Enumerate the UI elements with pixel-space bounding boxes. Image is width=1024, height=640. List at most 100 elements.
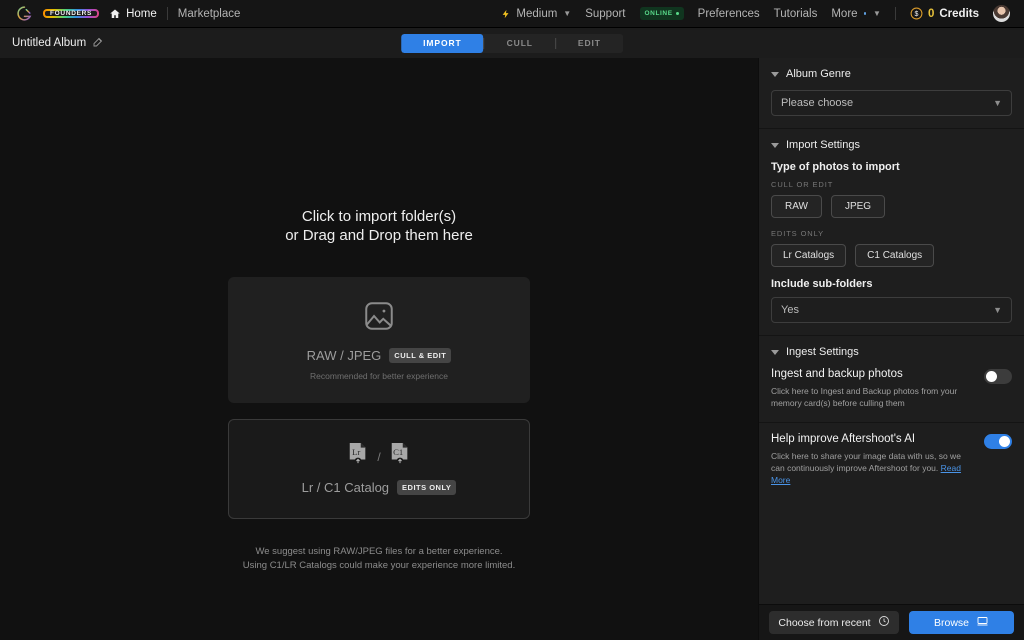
settings-panel: Album Genre Please choose ▼ Import Setti…: [758, 58, 1024, 640]
edits-only-label: EDITS ONLY: [771, 229, 1012, 238]
monitor-icon: [976, 615, 989, 630]
status-badge-online: ONLINE: [640, 7, 684, 20]
ingest-backup-texts: Ingest and backup photos Click here to I…: [771, 368, 974, 410]
section-album-genre: Album Genre Please choose ▼: [759, 58, 1024, 129]
page-title: Untitled Album: [12, 37, 86, 49]
main-body: Click to import folder(s) or Drag and Dr…: [0, 58, 1024, 640]
section-import-settings: Import Settings Type of photos to import…: [759, 129, 1024, 336]
top-navigation-bar: FOUNDERS Home Marketplace Medium: [0, 0, 1024, 28]
pencil-edit-icon[interactable]: [92, 36, 104, 51]
chevron-down-icon: ▼: [993, 98, 1002, 108]
raw-card-badge: CULL & EDIT: [389, 348, 451, 363]
import-footnote: We suggest using RAW/JPEG files for a be…: [243, 545, 515, 574]
album-toolbar: Untitled Album IMPORT CULL EDIT: [0, 28, 1024, 58]
nav-support-label: Support: [585, 8, 625, 20]
toggle-knob: [999, 436, 1010, 447]
drop-zone-heading: Click to import folder(s) or Drag and Dr…: [285, 208, 473, 246]
tab-import[interactable]: IMPORT: [401, 34, 483, 53]
nav-item-more[interactable]: More ▼: [831, 8, 881, 20]
tab-cull[interactable]: CULL: [485, 34, 555, 53]
nav-item-speed-selector[interactable]: Medium ▼: [501, 8, 571, 20]
catalog-icons-row: Lr / C1: [347, 442, 410, 471]
nav-item-marketplace[interactable]: Marketplace: [178, 8, 241, 20]
chevron-down-icon: ▼: [873, 9, 881, 18]
founders-badge[interactable]: FOUNDERS: [43, 9, 99, 18]
nav-divider-2: [895, 7, 896, 20]
album-genre-select[interactable]: Please choose ▼: [771, 90, 1012, 116]
nav-item-home[interactable]: Home: [109, 8, 157, 20]
dollar-coin-icon: $: [910, 7, 923, 20]
caret-down-icon: [771, 72, 779, 77]
improve-ai-desc-text: Click here to share your image data with…: [771, 451, 961, 473]
catalog-separator: /: [377, 450, 380, 464]
capture-one-catalog-upload-icon: C1: [389, 442, 411, 471]
catalog-card-title-row: Lr / C1 Catalog EDITS ONLY: [302, 480, 457, 495]
nav-preferences-label: Preferences: [698, 8, 760, 20]
include-subfolders-select[interactable]: Yes ▼: [771, 297, 1012, 323]
credits-indicator[interactable]: $ 0 Credits: [910, 7, 979, 20]
ingest-backup-row: Ingest and backup photos Click here to I…: [771, 368, 1012, 410]
album-title-group: Untitled Album: [12, 36, 104, 51]
improve-ai-texts: Help improve Aftershoot's AI Click here …: [771, 433, 974, 487]
album-genre-header[interactable]: Album Genre: [771, 68, 1012, 80]
image-placeholder-icon: [362, 299, 396, 338]
edits-only-chip-group: Lr Catalogs C1 Catalogs: [771, 244, 1012, 267]
panel-footer: Choose from recent Browse: [759, 604, 1024, 640]
nav-item-support[interactable]: Support: [585, 8, 625, 20]
ingest-backup-toggle[interactable]: [984, 369, 1012, 384]
import-settings-header[interactable]: Import Settings: [771, 139, 1012, 151]
mode-tabs: IMPORT CULL EDIT: [401, 34, 623, 53]
improve-ai-row: Help improve Aftershoot's AI Click here …: [771, 433, 1012, 487]
browse-button[interactable]: Browse: [909, 611, 1014, 634]
raw-card-title: RAW / JPEG: [307, 348, 382, 363]
caret-down-icon: [771, 143, 779, 148]
aftershoot-logo-icon[interactable]: [16, 5, 33, 22]
lightroom-catalog-upload-icon: Lr: [347, 442, 369, 471]
ingest-settings-header[interactable]: Ingest Settings: [771, 346, 1012, 358]
ingest-backup-description: Click here to Ingest and Backup photos f…: [771, 385, 974, 410]
avatar[interactable]: [993, 5, 1010, 22]
cull-or-edit-chip-group: RAW JPEG: [771, 195, 1012, 218]
nav-item-tutorials[interactable]: Tutorials: [774, 8, 818, 20]
aftershoot-import-window: FOUNDERS Home Marketplace Medium: [0, 0, 1024, 640]
svg-text:Lr: Lr: [352, 447, 360, 457]
raw-card-subtitle: Recommended for better experience: [310, 371, 448, 381]
browse-label: Browse: [934, 617, 969, 629]
chevron-down-icon: ▼: [563, 9, 571, 18]
cull-or-edit-label: CULL OR EDIT: [771, 180, 1012, 189]
section-improve-ai: Help improve Aftershoot's AI Click here …: [759, 423, 1024, 499]
catalog-import-card[interactable]: Lr / C1: [228, 419, 530, 519]
nav-marketplace-label: Marketplace: [178, 8, 241, 20]
ingest-backup-title: Ingest and backup photos: [771, 368, 974, 380]
improve-ai-toggle[interactable]: [984, 434, 1012, 449]
raw-jpeg-import-card[interactable]: RAW / JPEG CULL & EDIT Recommended for b…: [228, 277, 530, 403]
nav-tutorials-label: Tutorials: [774, 8, 818, 20]
nav-more-label: More: [831, 8, 857, 20]
credits-label: Credits: [939, 8, 979, 20]
chip-jpeg[interactable]: JPEG: [831, 195, 885, 218]
drop-zone-line-1: Click to import folder(s): [285, 208, 473, 227]
top-nav-left-group: FOUNDERS Home Marketplace: [16, 5, 240, 22]
import-settings-title: Import Settings: [786, 139, 860, 151]
import-drop-zone[interactable]: Click to import folder(s) or Drag and Dr…: [0, 58, 758, 640]
chip-raw[interactable]: RAW: [771, 195, 822, 218]
svg-text:C1: C1: [393, 447, 403, 457]
house-icon: [109, 8, 121, 20]
catalog-card-badge: EDITS ONLY: [397, 480, 456, 495]
nav-divider-1: [167, 7, 168, 20]
improve-ai-title: Help improve Aftershoot's AI: [771, 433, 974, 445]
include-subfolders-label: Include sub-folders: [771, 278, 1012, 290]
founders-badge-label: FOUNDERS: [45, 11, 97, 16]
chip-c1-catalogs[interactable]: C1 Catalogs: [855, 244, 934, 267]
svg-text:$: $: [915, 11, 919, 18]
footnote-line-2: Using C1/LR Catalogs could make your exp…: [243, 559, 515, 573]
nav-item-preferences[interactable]: Preferences: [698, 8, 760, 20]
choose-from-recent-button[interactable]: Choose from recent: [769, 611, 899, 634]
chip-lr-catalogs[interactable]: Lr Catalogs: [771, 244, 846, 267]
chevron-down-icon: ▼: [993, 305, 1002, 315]
nav-speed-label: Medium: [516, 8, 557, 20]
section-ingest-settings: Ingest Settings Ingest and backup photos…: [759, 336, 1024, 423]
album-genre-value: Please choose: [781, 97, 993, 109]
tab-edit[interactable]: EDIT: [556, 34, 623, 53]
online-status-dot-icon: [676, 12, 679, 15]
